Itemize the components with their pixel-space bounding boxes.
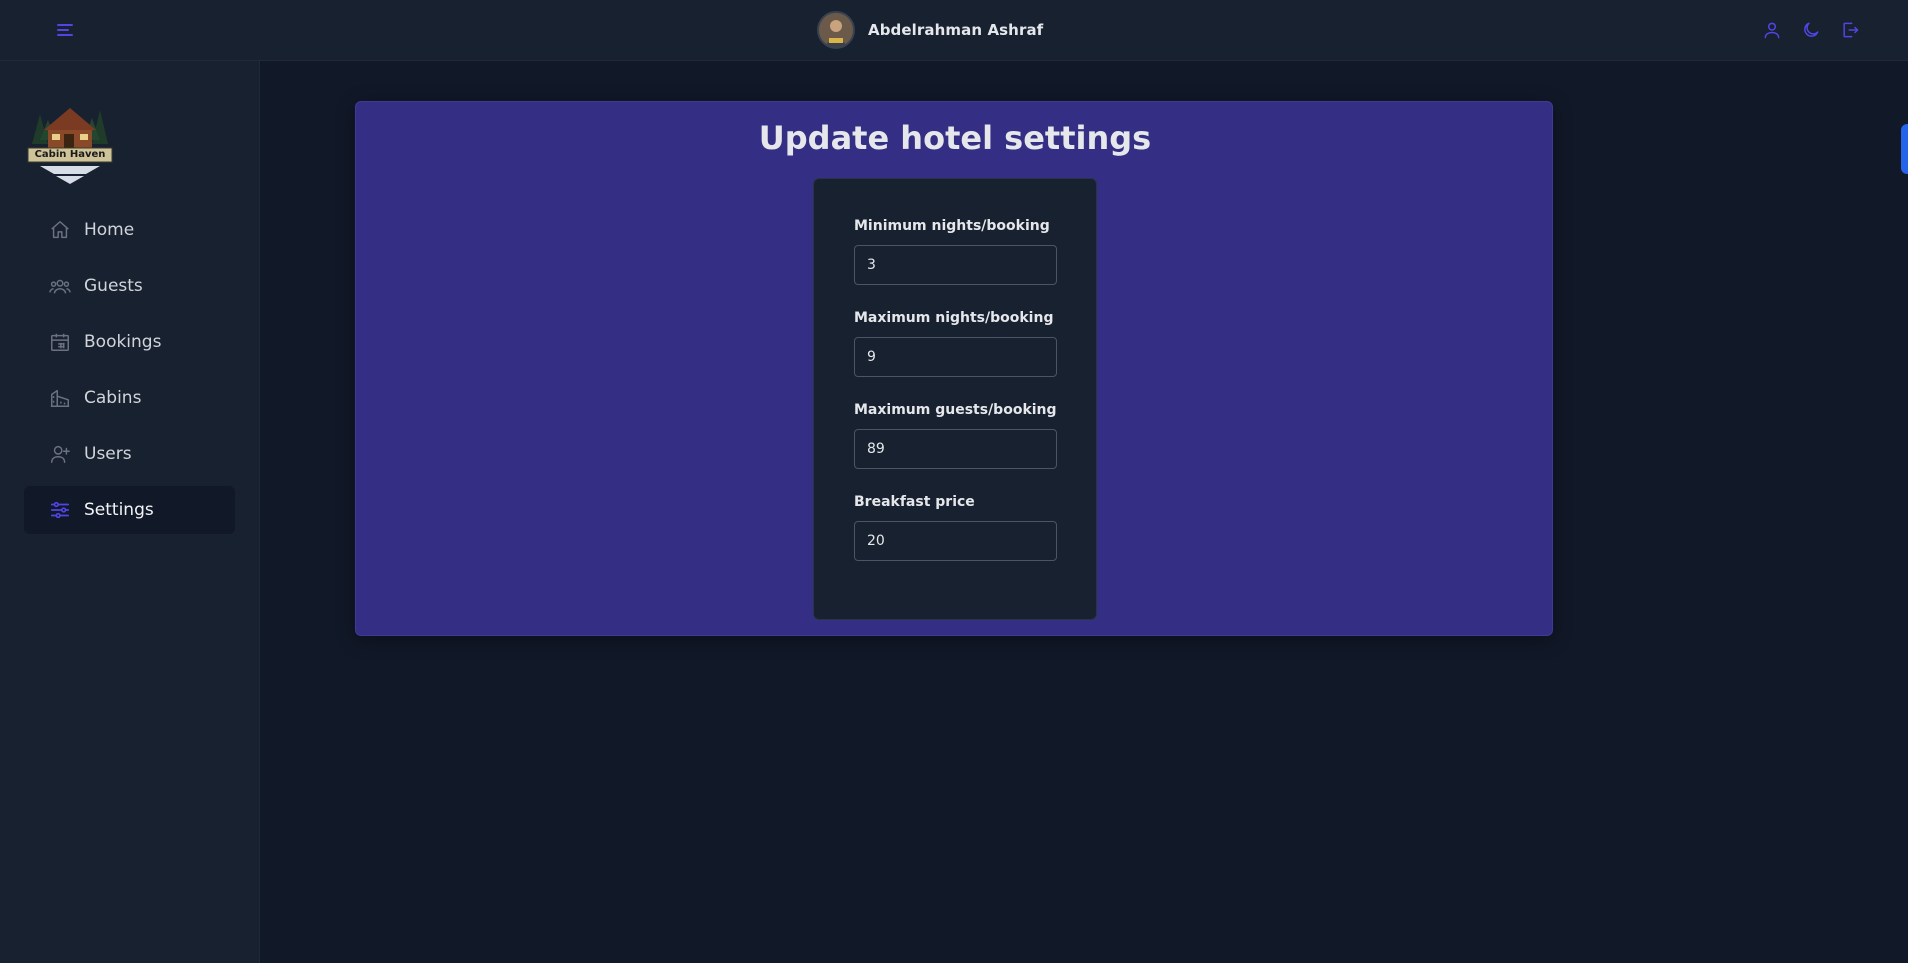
menu-icon [57,24,73,36]
cabin-haven-logo[interactable]: Cabin Haven [26,96,114,186]
sidebar-nav: Home Guests Bookings Cabins Users Settin… [24,206,235,542]
user-name: Abdelrahman Ashraf [868,21,1044,39]
max-guests-field: Maximum guests/booking [854,401,1057,469]
avatar [817,11,855,49]
sidebar-item-label: Cabins [84,388,142,408]
cabin-icon [48,386,72,410]
max-guests-label: Maximum guests/booking [854,402,1057,418]
logout-button[interactable] [1835,16,1864,45]
home-icon [48,218,72,242]
dark-mode-toggle-button[interactable] [1796,16,1825,45]
sidebar-item-users[interactable]: Users [24,430,235,478]
breakfast-price-field: Breakfast price [854,493,1057,561]
sidebar-item-guests[interactable]: Guests [24,262,235,310]
max-guests-input[interactable] [854,429,1057,469]
min-nights-field: Minimum nights/booking [854,217,1057,285]
max-nights-label: Maximum nights/booking [854,310,1054,326]
sidebar-item-label: Guests [84,276,143,296]
sidebar-item-settings[interactable]: Settings [24,486,235,534]
guests-icon [48,274,72,298]
settings-form: Minimum nights/booking Maximum nights/bo… [813,178,1097,620]
calendar-icon [48,330,72,354]
sidebar-item-label: Settings [84,500,154,520]
breakfast-price-input[interactable] [854,521,1057,561]
logo-text: Cabin Haven [34,149,106,160]
menu-toggle-button[interactable] [52,17,78,43]
page-title: Update hotel settings [758,119,1152,157]
app: Abdelrahman Ashraf Cabin Haven Home Gues… [0,0,1908,963]
sidebar-item-home[interactable]: Home [24,206,235,254]
sidebar-item-label: Users [84,444,132,464]
sidebar-item-label: Home [84,220,135,240]
side-tab-handle[interactable] [1901,124,1908,174]
min-nights-label: Minimum nights/booking [854,218,1050,234]
user-info: Abdelrahman Ashraf [817,11,1043,49]
account-button[interactable] [1757,16,1786,45]
sidebar: Cabin Haven Home Guests Bookings Cabins … [0,61,260,963]
header-actions [1757,16,1864,44]
max-nights-field: Maximum nights/booking [854,309,1057,377]
top-header: Abdelrahman Ashraf [0,0,1908,61]
sidebar-item-label: Bookings [84,332,162,352]
sidebar-item-cabins[interactable]: Cabins [24,374,235,422]
moon-icon [1803,22,1818,37]
user-icon [1764,22,1779,39]
sliders-icon [48,498,72,522]
logout-icon [1842,22,1858,38]
breakfast-price-label: Breakfast price [854,494,975,510]
user-plus-icon [48,442,72,466]
settings-panel: Update hotel settings Minimum nights/boo… [355,101,1553,636]
max-nights-input[interactable] [854,337,1057,377]
sidebar-item-bookings[interactable]: Bookings [24,318,235,366]
min-nights-input[interactable] [854,245,1057,285]
